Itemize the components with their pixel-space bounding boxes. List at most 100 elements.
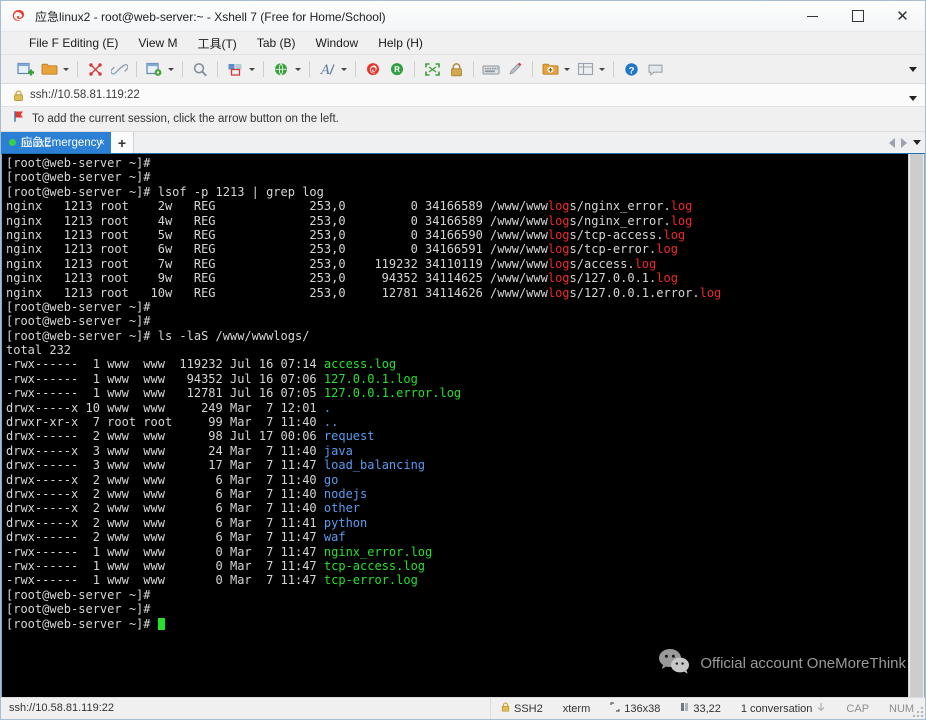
toolbar-overflow-chevron-down-icon[interactable] [905, 55, 921, 83]
address-dropdown-chevron-down-icon[interactable] [905, 84, 921, 112]
menu-tab[interactable]: Tab (B) [247, 34, 306, 52]
terminal-text: nginx 1213 root 2w REG 253,0 0 34166589 … [6, 199, 548, 214]
terminal-text: log [656, 242, 678, 257]
open-folder-chevron-down-icon[interactable] [61, 58, 70, 80]
new-tab-button[interactable]: + [111, 132, 134, 153]
terminal-text: nginx 1213 root 5w REG 253,0 0 34166590 … [6, 227, 548, 242]
status-size-label: 136x38 [624, 702, 661, 715]
keyboard-icon[interactable] [480, 58, 502, 80]
terminal-text: log [547, 256, 570, 271]
xshell-window: 应急linux2 - root@web-server:~ - Xshell 7 … [0, 0, 926, 720]
fullscreen-icon[interactable] [421, 58, 443, 80]
terminal-text: [root@web-server ~]# [6, 314, 158, 329]
open-folder-icon[interactable] [38, 58, 60, 80]
tab-session-emergency[interactable]: linux2 应急Emergency × [1, 132, 111, 153]
session-properties-chevron-down-icon[interactable] [166, 58, 175, 80]
close-button[interactable]: ✕ [880, 1, 925, 31]
terminal-text: [root@web-server ~]# lsof -p 1213 | grep… [6, 184, 324, 199]
terminal-line: total 232 [6, 343, 908, 357]
terminal-cursor [157, 617, 165, 630]
link-icon[interactable] [108, 58, 130, 80]
disconnect-icon[interactable] [84, 58, 106, 80]
split-view-icon[interactable] [574, 58, 596, 80]
search-icon[interactable] [189, 58, 211, 80]
terminal-scrollbar[interactable] [908, 154, 924, 697]
terminal-text: log [656, 271, 678, 286]
xshell-red-icon[interactable] [362, 58, 384, 80]
toolbar-divider [77, 61, 78, 77]
terminal-text: drwx-----x 2 www www 6 Mar 7 11:41 [6, 515, 324, 530]
terminal-line: [root@web-server ~]# ls -laS /www/wwwlog… [6, 329, 908, 343]
font-chevron-down-icon[interactable] [339, 58, 348, 80]
terminal-text: log [547, 199, 570, 214]
layout-chevron-down-icon[interactable] [247, 58, 256, 80]
terminal-text: drwxr-xr-x 7 root root 99 Mar 7 11:40 [6, 415, 324, 430]
maximize-button[interactable] [835, 1, 880, 31]
terminal-line: drwx------ 3 www www 17 Mar 7 11:47 load… [6, 458, 908, 472]
new-session-icon[interactable] [14, 58, 36, 80]
terminal-line: -rwx------ 1 www www 0 Mar 7 11:47 nginx… [6, 545, 908, 559]
terminal-scrollbar-thumb[interactable] [910, 154, 923, 697]
chat-icon[interactable] [644, 58, 666, 80]
terminal-line: drwxr-xr-x 7 root root 99 Mar 7 11:40 .. [6, 415, 908, 429]
terminal-text: drwx------ 2 www www 98 Jul 17 00:06 [6, 429, 324, 444]
svg-text:?: ? [628, 65, 634, 76]
menu-file-editing[interactable]: File F Editing (E) [19, 34, 128, 52]
layout-icon[interactable] [224, 58, 246, 80]
address-bar[interactable]: ssh://10.58.81.119:22 [1, 84, 925, 107]
status-cap: CAP [846, 702, 870, 715]
xftp-green-icon[interactable] [386, 58, 408, 80]
terminal-line: [root@web-server ~]# lsof -p 1213 | grep… [6, 185, 908, 199]
terminal-text: s/tcp-access. [569, 227, 664, 242]
terminal-text: waf [323, 530, 346, 545]
add-to-folder-icon[interactable] [539, 58, 561, 80]
terminal-line: -rwx------ 1 www www 12781 Jul 16 07:05 … [6, 386, 908, 400]
menu-window[interactable]: Window [306, 34, 369, 52]
window-title: 应急linux2 - root@web-server:~ - Xshell 7 … [35, 9, 386, 24]
globe-icon[interactable] [270, 58, 292, 80]
terminal-line: [root@web-server ~]# [6, 588, 908, 602]
tab-label-primary: 应急Emergency [21, 136, 103, 149]
lock-icon[interactable] [445, 58, 467, 80]
terminal-text: -rwx------ 1 www www 0 Mar 7 11:47 [6, 558, 324, 573]
terminal-line: nginx 1213 root 7w REG 253,0 119232 3411… [6, 257, 908, 271]
terminal-text: nginx 1213 root 10w REG 253,0 12781 3411… [6, 285, 548, 300]
menu-tools[interactable]: 工具(T) [187, 33, 246, 54]
terminal-line: -rwx------ 1 www www 0 Mar 7 11:47 tcp-a… [6, 559, 908, 573]
terminal-output[interactable]: [root@web-server ~]# [root@web-server ~]… [2, 154, 908, 697]
terminal-text: request [323, 429, 375, 444]
terminal-text: nginx 1213 root 7w REG 253,0 119232 3411… [6, 256, 548, 271]
help-icon[interactable]: ? [620, 58, 642, 80]
terminal-area: [root@web-server ~]# [root@web-server ~]… [1, 154, 925, 697]
terminal-line: nginx 1213 root 9w REG 253,0 94352 34114… [6, 271, 908, 285]
compose-pen-icon[interactable] [504, 58, 526, 80]
add-to-folder-chevron-down-icon[interactable] [562, 58, 571, 80]
minimize-button[interactable] [790, 1, 835, 31]
terminal-text: nodejs [323, 486, 368, 501]
tab-list-chevron-down-icon[interactable] [913, 140, 921, 145]
resize-grip[interactable] [913, 707, 923, 717]
split-view-chevron-down-icon[interactable] [597, 58, 606, 80]
menu-view[interactable]: View M [128, 34, 187, 52]
tab-next-icon[interactable] [901, 137, 907, 148]
terminal-text: log [634, 256, 657, 271]
terminal-text: tcp-access.log [323, 558, 426, 573]
tab-prev-icon[interactable] [889, 137, 895, 148]
terminal-text: [root@web-server ~]# [6, 587, 158, 602]
session-properties-icon[interactable] [143, 58, 165, 80]
status-cursor: 33,22 [670, 698, 731, 719]
toolbar-divider [217, 61, 218, 77]
status-conversations: 1 conversation [731, 698, 837, 719]
address-input[interactable]: ssh://10.58.81.119:22 [30, 89, 140, 101]
cursor-pos-icon [680, 702, 689, 715]
font-icon[interactable]: A [316, 58, 338, 80]
terminal-line: [root@web-server ~]# [6, 170, 908, 184]
terminal-line: [root@web-server ~]# [6, 300, 908, 314]
terminal-text: tcp-error.log [323, 573, 418, 588]
conversation-arrow-icon[interactable] [816, 702, 826, 715]
globe-chevron-down-icon[interactable] [293, 58, 302, 80]
menu-help[interactable]: Help (H) [368, 34, 433, 52]
terminal-text: [root@web-server ~]# [6, 616, 158, 631]
terminal-text: . [323, 400, 332, 415]
terminal-text: other [323, 501, 361, 516]
